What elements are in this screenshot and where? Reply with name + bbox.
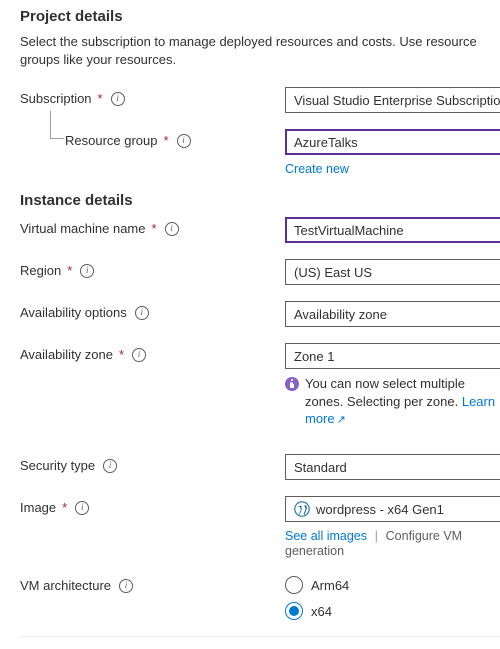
create-new-link[interactable]: Create new [285, 162, 349, 176]
availability-zone-callout: You can now select multiple zones. Selec… [285, 375, 500, 428]
security-type-label: Security type [20, 454, 285, 473]
security-type-dropdown[interactable]: Standard [285, 454, 500, 480]
sparkle-icon [285, 377, 299, 391]
info-icon[interactable] [75, 501, 89, 515]
project-details-description: Select the subscription to manage deploy… [20, 33, 500, 69]
resource-group-dropdown[interactable]: AzureTalks [285, 129, 500, 155]
resource-group-label: Resource group* [20, 129, 285, 148]
vm-architecture-label: VM architecture [20, 574, 285, 593]
availability-zone-label: Availability zone* [20, 343, 285, 362]
info-icon[interactable] [103, 459, 117, 473]
image-dropdown[interactable]: wordpress - x64 Gen1 [285, 496, 500, 522]
radio-icon [285, 602, 303, 620]
info-icon[interactable] [132, 348, 146, 362]
project-details-heading: Project details [20, 8, 500, 25]
info-icon[interactable] [80, 264, 94, 278]
see-all-images-link[interactable]: See all images [285, 529, 367, 543]
instance-details-heading: Instance details [20, 192, 500, 209]
image-label: Image* [20, 496, 285, 515]
subscription-label: Subscription* [20, 87, 285, 106]
vm-architecture-radio-group: Arm64 x64 [285, 574, 500, 620]
availability-options-label: Availability options [20, 301, 285, 320]
radio-icon [285, 576, 303, 594]
wordpress-icon [294, 501, 310, 517]
region-dropdown[interactable]: (US) East US [285, 259, 500, 285]
divider [20, 636, 500, 637]
availability-options-dropdown[interactable]: Availability zone [285, 301, 500, 327]
info-icon[interactable] [111, 92, 125, 106]
vm-name-input[interactable]: TestVirtualMachine [285, 217, 500, 243]
external-link-icon: ↗ [337, 414, 346, 426]
info-icon[interactable] [165, 222, 179, 236]
subscription-dropdown[interactable]: Visual Studio Enterprise Subscription [285, 87, 500, 113]
vm-architecture-radio-arm64[interactable]: Arm64 [285, 576, 500, 594]
region-label: Region* [20, 259, 285, 278]
availability-zone-dropdown[interactable]: Zone 1 [285, 343, 500, 369]
info-icon[interactable] [119, 579, 133, 593]
vm-name-label: Virtual machine name* [20, 217, 285, 236]
info-icon[interactable] [177, 134, 191, 148]
info-icon[interactable] [135, 306, 149, 320]
vm-architecture-radio-x64[interactable]: x64 [285, 602, 500, 620]
